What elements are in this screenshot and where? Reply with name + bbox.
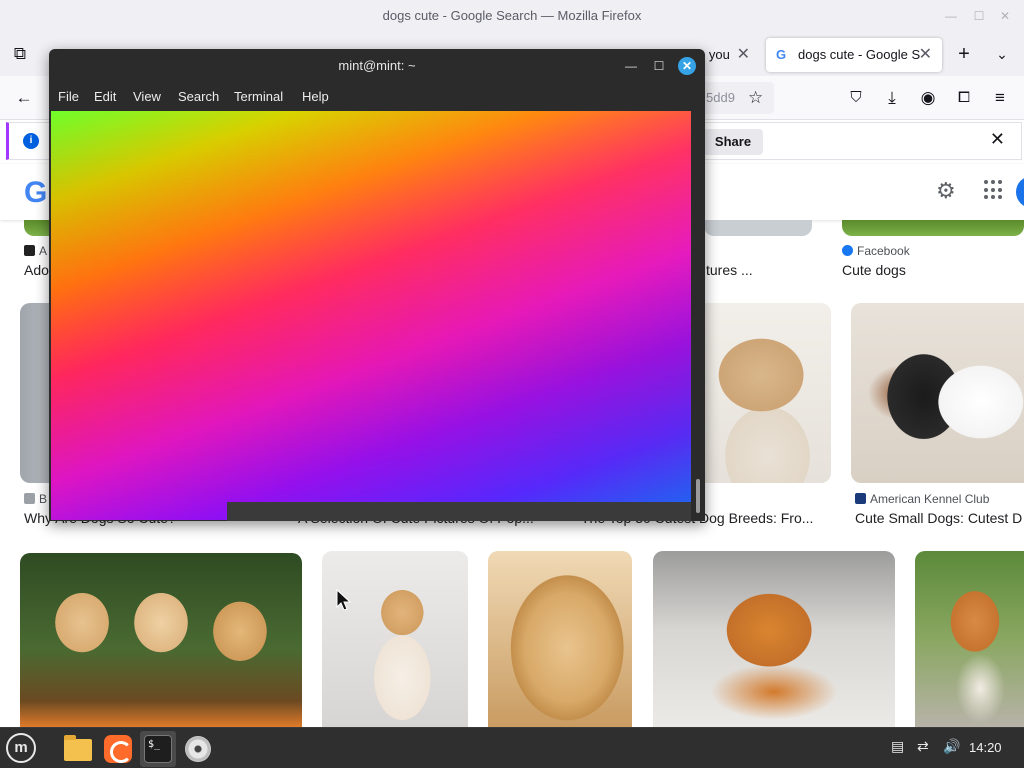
image-result-thumb[interactable] bbox=[842, 220, 1024, 236]
maximize-icon[interactable]: ☐ bbox=[972, 9, 986, 23]
terminal-maximize-icon[interactable]: ☐ bbox=[650, 57, 668, 75]
terminal-launcher[interactable]: $_ bbox=[140, 731, 176, 767]
result-source: A bbox=[24, 244, 47, 258]
image-result-golden-puppies[interactable] bbox=[20, 553, 302, 727]
new-tab-icon[interactable]: + bbox=[950, 40, 978, 68]
tab-active[interactable]: Gdogs cute - Google S ✕ bbox=[766, 38, 942, 72]
scrollbar-thumb[interactable] bbox=[696, 479, 700, 513]
google-favicon-icon: G bbox=[776, 47, 787, 62]
google-logo[interactable]: G bbox=[24, 176, 47, 210]
disc-icon bbox=[185, 736, 211, 762]
menu-hamburger-icon[interactable]: ≡ bbox=[986, 84, 1014, 112]
pocket-icon[interactable]: ⛉ bbox=[842, 84, 870, 112]
terminal-minimize-icon[interactable]: — bbox=[622, 57, 640, 75]
firefox-titlebar: dogs cute - Google Search — Mozilla Fire… bbox=[0, 0, 1024, 34]
files-launcher[interactable] bbox=[59, 731, 95, 767]
download-icon[interactable]: ⤓ bbox=[878, 84, 906, 112]
minimize-icon[interactable]: — bbox=[944, 9, 958, 23]
tab-close-icon[interactable]: ✕ bbox=[737, 38, 750, 72]
result-title[interactable]: tures ... bbox=[706, 262, 753, 278]
volume-icon[interactable]: 🔊 bbox=[943, 738, 960, 755]
settings-gear-icon[interactable]: ⚙ bbox=[936, 178, 956, 204]
window-title: dogs cute - Google Search — Mozilla Fire… bbox=[382, 8, 642, 23]
terminal-window[interactable]: mint@mint: ~ — ☐ ✕ File Edit View Search… bbox=[49, 49, 705, 521]
account-icon[interactable]: ◉ bbox=[914, 84, 942, 112]
image-result-sitting-puppy[interactable] bbox=[322, 551, 468, 727]
disc-launcher[interactable] bbox=[180, 731, 216, 767]
menu-file[interactable]: File bbox=[58, 89, 79, 104]
url-text: 5dd9 bbox=[706, 90, 735, 105]
notes-icon[interactable]: ▤ bbox=[891, 738, 904, 755]
mouse-cursor-icon bbox=[336, 589, 352, 611]
network-icon[interactable]: ⇄ bbox=[917, 738, 929, 755]
terminal-menubar: File Edit View Search Terminal Help bbox=[49, 83, 705, 111]
extensions-icon[interactable]: ⧠ bbox=[950, 84, 978, 112]
akc-favicon-icon bbox=[855, 493, 866, 504]
firefox-icon bbox=[104, 735, 132, 763]
menu-terminal[interactable]: Terminal bbox=[234, 89, 283, 104]
result-title[interactable]: Ado bbox=[24, 262, 49, 278]
menu-view[interactable]: View bbox=[133, 89, 161, 104]
taskbar: m $_ ▤ ⇄ 🔊 14:20 bbox=[0, 727, 1024, 768]
image-result-corgi[interactable] bbox=[915, 551, 1024, 727]
tab-close-icon[interactable]: ✕ bbox=[919, 38, 932, 72]
avatar[interactable] bbox=[1016, 176, 1024, 208]
terminal-titlebar[interactable]: mint@mint: ~ bbox=[49, 49, 705, 83]
bookmark-star-icon[interactable]: ☆ bbox=[748, 82, 763, 114]
info-icon: i bbox=[23, 133, 39, 149]
mint-menu-button[interactable]: m bbox=[6, 733, 36, 763]
image-result-pomeranian[interactable] bbox=[653, 551, 895, 727]
terminal-close-icon[interactable]: ✕ bbox=[678, 57, 696, 75]
tab-overflow-icon[interactable]: ⌄ bbox=[988, 40, 1016, 68]
terminal-blank-line bbox=[227, 502, 691, 521]
menu-help[interactable]: Help bbox=[302, 89, 329, 104]
folder-icon bbox=[64, 735, 92, 761]
share-button[interactable]: Share bbox=[703, 129, 763, 155]
result-title[interactable]: Cute dogs bbox=[842, 262, 906, 278]
menu-search[interactable]: Search bbox=[178, 89, 219, 104]
back-icon[interactable]: ← bbox=[10, 84, 38, 112]
terminal-color-output[interactable] bbox=[51, 111, 691, 520]
result-source: American Kennel Club bbox=[855, 492, 989, 506]
terminal-scrollbar[interactable] bbox=[693, 111, 703, 520]
facebook-favicon-icon bbox=[842, 245, 853, 256]
tab-label: dogs cute - Google S bbox=[798, 47, 921, 62]
image-result-pug[interactable] bbox=[704, 303, 831, 483]
firefox-launcher[interactable] bbox=[100, 731, 136, 767]
menu-edit[interactable]: Edit bbox=[94, 89, 116, 104]
apps-grid-icon[interactable] bbox=[984, 180, 1004, 200]
image-result-golden-face[interactable] bbox=[488, 551, 632, 727]
close-icon[interactable]: ✕ bbox=[998, 9, 1012, 23]
tab-list-icon[interactable]: ⧉ bbox=[6, 40, 34, 68]
clock[interactable]: 14:20 bbox=[969, 740, 1002, 755]
source-favicon-icon bbox=[24, 493, 35, 504]
result-source: B bbox=[24, 492, 47, 506]
result-source: Facebook bbox=[842, 244, 910, 258]
result-title[interactable]: Cute Small Dogs: Cutest D bbox=[855, 510, 1024, 526]
terminal-icon: $_ bbox=[144, 735, 172, 763]
source-favicon-icon bbox=[24, 245, 35, 256]
terminal-title: mint@mint: ~ bbox=[338, 58, 416, 73]
close-notification-icon[interactable]: ✕ bbox=[990, 129, 1005, 150]
image-result-thumb[interactable] bbox=[704, 220, 812, 236]
image-result-cavalier[interactable] bbox=[851, 303, 1024, 483]
